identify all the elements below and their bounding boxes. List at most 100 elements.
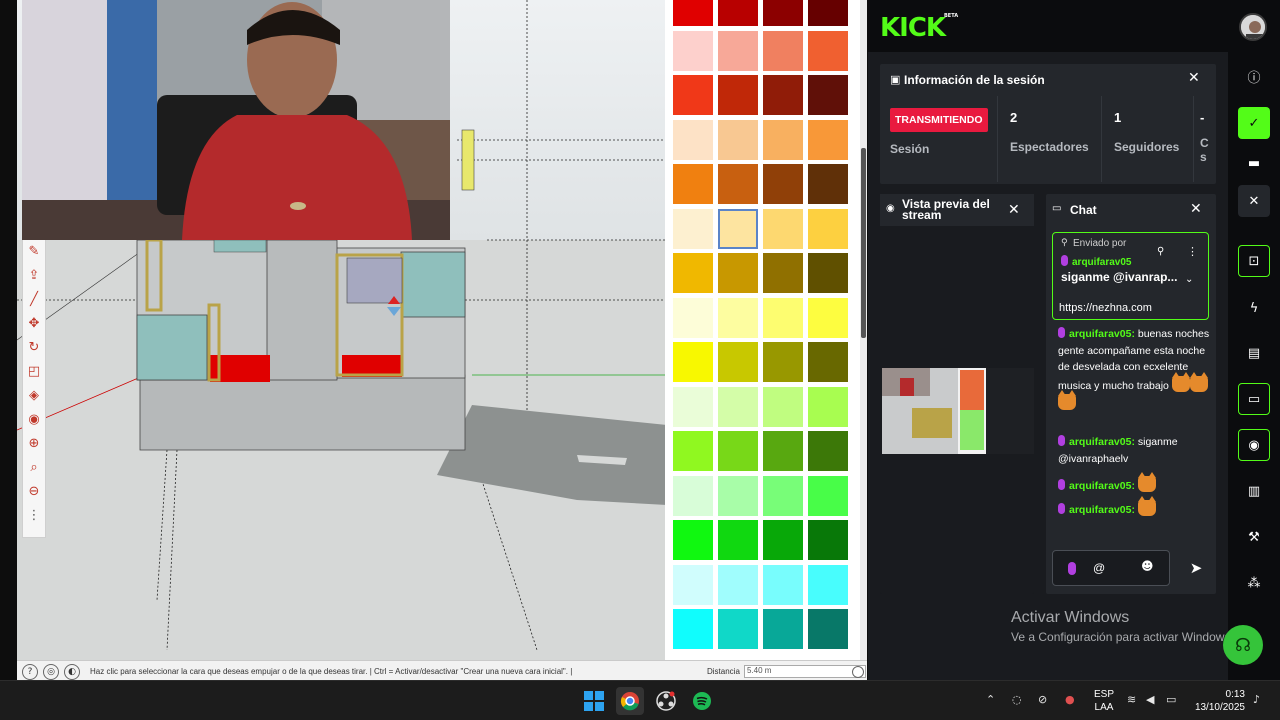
pinned-message[interactable]: ⚲ Enviado por ⚲ ⋮ arquifarav05 siganme @… bbox=[1052, 232, 1209, 320]
notification-bell-icon[interactable]: ♪ bbox=[1253, 693, 1260, 706]
color-swatch[interactable] bbox=[673, 386, 713, 427]
color-swatch[interactable] bbox=[673, 208, 713, 249]
chat-input[interactable]: @ ☻ bbox=[1052, 550, 1170, 586]
color-swatch[interactable] bbox=[808, 342, 848, 382]
language-indicator[interactable]: ESP LAA bbox=[1094, 688, 1114, 714]
color-swatch[interactable] bbox=[808, 253, 848, 293]
chat-username[interactable]: arquifarav05: bbox=[1069, 436, 1135, 448]
eraser-icon[interactable]: ✎ bbox=[23, 239, 45, 263]
color-swatch[interactable] bbox=[718, 386, 758, 427]
paint-bucket-icon[interactable]: ◈ bbox=[23, 383, 45, 407]
info-icon[interactable]: ⓘ bbox=[1238, 60, 1270, 92]
microphone-icon[interactable]: ● bbox=[1065, 693, 1075, 706]
chrome-icon[interactable] bbox=[616, 687, 644, 715]
emoji-icon[interactable]: ☻ bbox=[1141, 559, 1154, 573]
color-swatch[interactable] bbox=[763, 386, 803, 427]
pinned-user[interactable]: arquifarav05 bbox=[1072, 257, 1131, 268]
palette-scrollbar[interactable] bbox=[860, 0, 867, 660]
layout-icon[interactable]: ▬ bbox=[1238, 147, 1270, 179]
close-preview-icon[interactable]: ✕ bbox=[1008, 202, 1020, 218]
color-swatch[interactable] bbox=[808, 208, 848, 249]
checkmark-icon[interactable]: ✓ bbox=[1238, 107, 1270, 139]
color-swatch[interactable] bbox=[718, 30, 758, 71]
color-swatch[interactable] bbox=[808, 564, 848, 605]
mic-icon[interactable] bbox=[1068, 562, 1076, 575]
chat-icon[interactable]: ▭ bbox=[1238, 383, 1270, 415]
tape-icon[interactable]: ◉ bbox=[23, 407, 45, 431]
document-icon[interactable]: ▤ bbox=[1238, 337, 1270, 369]
color-swatch[interactable] bbox=[763, 609, 803, 649]
unpin-icon[interactable]: ⚲ bbox=[1157, 246, 1164, 257]
color-swatch[interactable] bbox=[763, 164, 803, 204]
avatar[interactable] bbox=[1239, 13, 1267, 41]
color-swatch[interactable] bbox=[673, 520, 713, 560]
zoom-icon[interactable]: ⌕ bbox=[23, 455, 45, 479]
color-swatch[interactable] bbox=[763, 75, 803, 115]
camera-icon[interactable]: ⊡ bbox=[1238, 245, 1270, 277]
color-swatch[interactable] bbox=[763, 253, 803, 293]
color-swatch[interactable] bbox=[718, 253, 758, 293]
more-options-icon[interactable]: ⋮ bbox=[1187, 245, 1198, 258]
color-swatch[interactable] bbox=[808, 431, 848, 471]
user-icon[interactable]: ◐ bbox=[64, 663, 80, 680]
color-swatch[interactable] bbox=[808, 297, 848, 338]
color-swatch[interactable] bbox=[763, 208, 803, 249]
color-swatch[interactable] bbox=[763, 119, 803, 160]
color-swatch[interactable] bbox=[808, 75, 848, 115]
support-headset-icon[interactable]: ☊ bbox=[1223, 625, 1263, 665]
color-swatch[interactable] bbox=[763, 297, 803, 338]
wrench-icon[interactable]: ⚒ bbox=[1238, 521, 1270, 553]
color-swatch[interactable] bbox=[718, 75, 758, 115]
color-swatch[interactable] bbox=[763, 342, 803, 382]
color-swatch[interactable] bbox=[808, 609, 848, 649]
color-swatch[interactable] bbox=[673, 253, 713, 293]
chevron-up-icon[interactable]: ⌃ bbox=[986, 693, 995, 706]
distance-input[interactable]: 5.40 m bbox=[744, 665, 866, 678]
pinned-link[interactable]: https://nezhna.com bbox=[1059, 302, 1152, 314]
windows-start-icon[interactable] bbox=[580, 687, 608, 715]
mention-button[interactable]: @ bbox=[1093, 561, 1105, 575]
stream-preview-thumbnail[interactable] bbox=[882, 368, 1034, 454]
move-icon[interactable]: ✥ bbox=[23, 311, 45, 335]
color-swatch[interactable] bbox=[718, 208, 758, 249]
color-swatch[interactable] bbox=[808, 475, 848, 516]
color-swatch[interactable] bbox=[673, 119, 713, 160]
color-swatch[interactable] bbox=[673, 75, 713, 115]
section-icon[interactable]: ⊖ bbox=[23, 479, 45, 503]
send-icon[interactable]: ➤ bbox=[1184, 556, 1208, 580]
color-swatch[interactable] bbox=[763, 30, 803, 71]
close-chat-icon[interactable]: ✕ bbox=[1190, 201, 1202, 217]
clock[interactable]: 0:13 13/10/2025 bbox=[1193, 688, 1245, 714]
color-swatch[interactable] bbox=[718, 431, 758, 471]
color-swatch[interactable] bbox=[673, 564, 713, 605]
chat-username[interactable]: arquifarav05: bbox=[1069, 328, 1135, 340]
volume-icon[interactable]: ◀ bbox=[1146, 693, 1154, 706]
print-icon[interactable]: ▥ bbox=[1238, 475, 1270, 507]
color-swatch[interactable] bbox=[763, 431, 803, 471]
color-swatch[interactable] bbox=[718, 475, 758, 516]
color-swatch[interactable] bbox=[763, 520, 803, 560]
chat-username[interactable]: arquifarav05: bbox=[1069, 480, 1135, 492]
color-swatch[interactable] bbox=[808, 520, 848, 560]
battery-icon[interactable]: ▭ bbox=[1166, 693, 1176, 706]
color-swatch[interactable] bbox=[718, 520, 758, 560]
color-swatch[interactable] bbox=[808, 119, 848, 160]
color-swatch[interactable] bbox=[718, 0, 758, 26]
network-sync-icon[interactable]: ◌ bbox=[1012, 693, 1022, 706]
camera-off-icon[interactable]: ⊘ bbox=[1038, 693, 1047, 706]
color-swatch[interactable] bbox=[718, 164, 758, 204]
color-swatch[interactable] bbox=[673, 30, 713, 71]
color-swatch[interactable] bbox=[763, 564, 803, 605]
close-rail-icon[interactable]: ✕ bbox=[1238, 185, 1270, 217]
help-icon[interactable]: ? bbox=[22, 663, 38, 680]
color-swatch[interactable] bbox=[673, 475, 713, 516]
line-icon[interactable]: ╱ bbox=[23, 287, 45, 311]
close-icon[interactable]: ✕ bbox=[1188, 70, 1200, 86]
spotify-icon[interactable] bbox=[688, 687, 716, 715]
palette-scroll-thumb[interactable] bbox=[861, 148, 866, 338]
rotate-icon[interactable]: ↻ bbox=[23, 335, 45, 359]
color-swatch[interactable] bbox=[718, 609, 758, 649]
color-swatch[interactable] bbox=[763, 0, 803, 26]
color-swatch[interactable] bbox=[673, 0, 713, 26]
color-swatch[interactable] bbox=[718, 342, 758, 382]
